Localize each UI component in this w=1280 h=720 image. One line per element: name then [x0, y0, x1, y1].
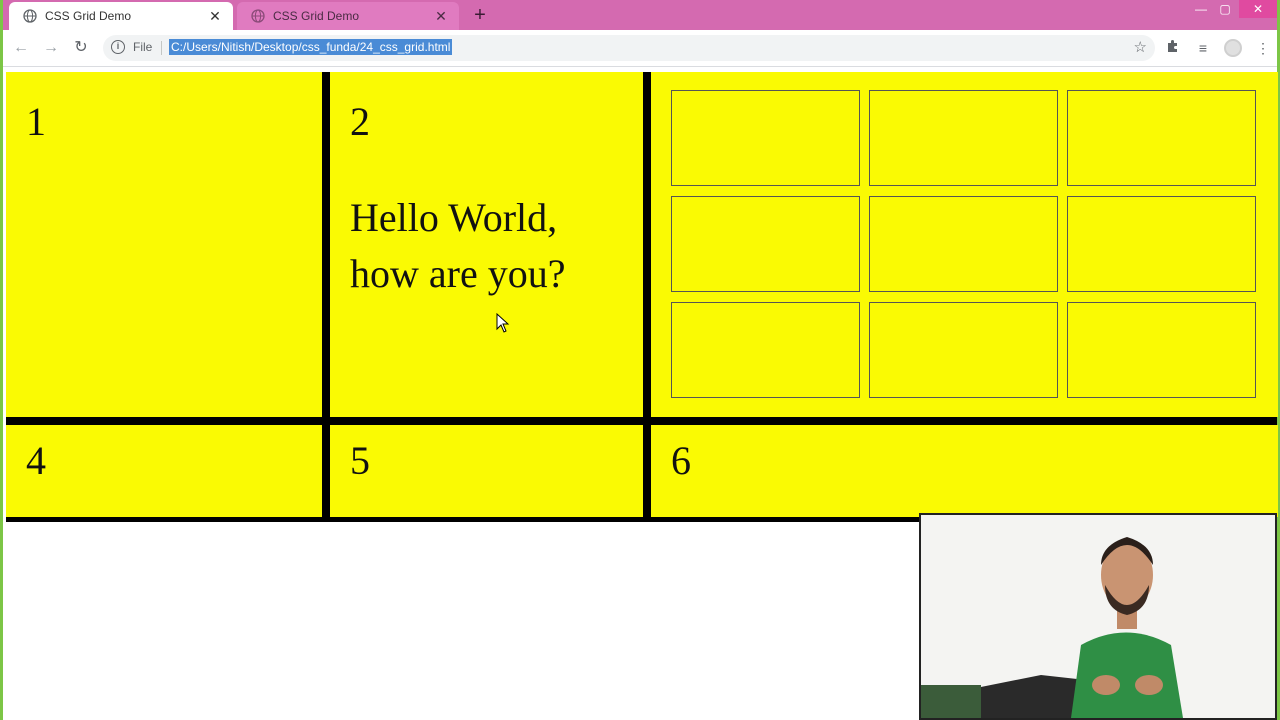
- tab-title: CSS Grid Demo: [45, 9, 132, 23]
- tab-title: CSS Grid Demo: [273, 9, 360, 23]
- new-tab-button[interactable]: +: [469, 4, 491, 26]
- css-grid-container: 1 2 Hello World, how are you? 4 5 6: [6, 72, 1278, 522]
- nested-grid-cell: [1067, 90, 1256, 186]
- url-text[interactable]: C:/Users/Nitish/Desktop/css_funda/24_css…: [169, 39, 453, 55]
- close-tab-icon[interactable]: ✕: [207, 8, 223, 25]
- minimize-icon[interactable]: —: [1189, 0, 1213, 18]
- maximize-icon[interactable]: ▢: [1213, 0, 1237, 18]
- nested-grid-cell: [869, 90, 1058, 186]
- info-icon[interactable]: i: [111, 40, 125, 54]
- browser-window: CSS Grid Demo ✕ CSS Grid Demo ✕ + — ▢ ✕ …: [0, 0, 1280, 720]
- hello-text: Hello World, how are you?: [350, 195, 566, 296]
- bookmark-star-icon[interactable]: ☆: [1134, 38, 1147, 56]
- puzzle-icon: [1168, 40, 1177, 52]
- grid-item-label: 5: [350, 438, 370, 483]
- nested-grid: [671, 90, 1259, 399]
- tab-strip: CSS Grid Demo ✕ CSS Grid Demo ✕ + — ▢ ✕: [3, 0, 1277, 30]
- presenter-video: [919, 513, 1277, 720]
- nested-grid-cell: [671, 196, 860, 292]
- divider: [161, 41, 162, 55]
- close-tab-icon[interactable]: ✕: [433, 8, 449, 25]
- back-arrow-icon[interactable]: ←: [11, 38, 31, 58]
- grid-item-label: 6: [671, 438, 691, 483]
- media-controls-icon[interactable]: ≡: [1193, 38, 1213, 58]
- address-bar[interactable]: i File C:/Users/Nitish/Desktop/css_funda…: [103, 35, 1155, 61]
- tab-css-grid-demo-active[interactable]: CSS Grid Demo ✕: [9, 2, 233, 30]
- nested-grid-cell: [671, 90, 860, 186]
- globe-icon: [23, 9, 37, 23]
- extensions-puzzle-icon[interactable]: [1163, 38, 1183, 58]
- profile-avatar-icon[interactable]: [1223, 38, 1243, 58]
- grid-item-2: 2 Hello World, how are you?: [330, 72, 643, 417]
- grid-item-4: 4: [6, 425, 322, 517]
- grid-item-3-nested-grid: [651, 72, 1278, 417]
- grid-item-1: 1: [6, 72, 322, 417]
- grid-item-6: 6: [651, 425, 1278, 517]
- scheme-label: File: [133, 40, 153, 54]
- more-menu-icon[interactable]: ⋮: [1253, 38, 1273, 58]
- mouse-cursor-icon: [496, 313, 510, 333]
- grid-item-label: 4: [26, 438, 46, 483]
- reload-icon[interactable]: ↻: [71, 38, 91, 58]
- nested-grid-cell: [1067, 302, 1256, 398]
- close-window-icon[interactable]: ✕: [1239, 0, 1277, 18]
- forward-arrow-icon[interactable]: →: [41, 38, 61, 58]
- grid-item-label: 2: [350, 99, 370, 144]
- grid-item-label: 1: [26, 99, 46, 144]
- nested-grid-cell: [671, 302, 860, 398]
- tab-css-grid-demo-inactive[interactable]: CSS Grid Demo ✕: [237, 2, 459, 30]
- nested-grid-cell: [1067, 196, 1256, 292]
- grid-item-5: 5: [330, 425, 643, 517]
- globe-icon: [251, 9, 265, 23]
- browser-toolbar: ← → ↻ i File C:/Users/Nitish/Desktop/css…: [3, 30, 1277, 67]
- nested-grid-cell: [869, 302, 1058, 398]
- nested-grid-cell: [869, 196, 1058, 292]
- presenter-image: [921, 515, 1275, 718]
